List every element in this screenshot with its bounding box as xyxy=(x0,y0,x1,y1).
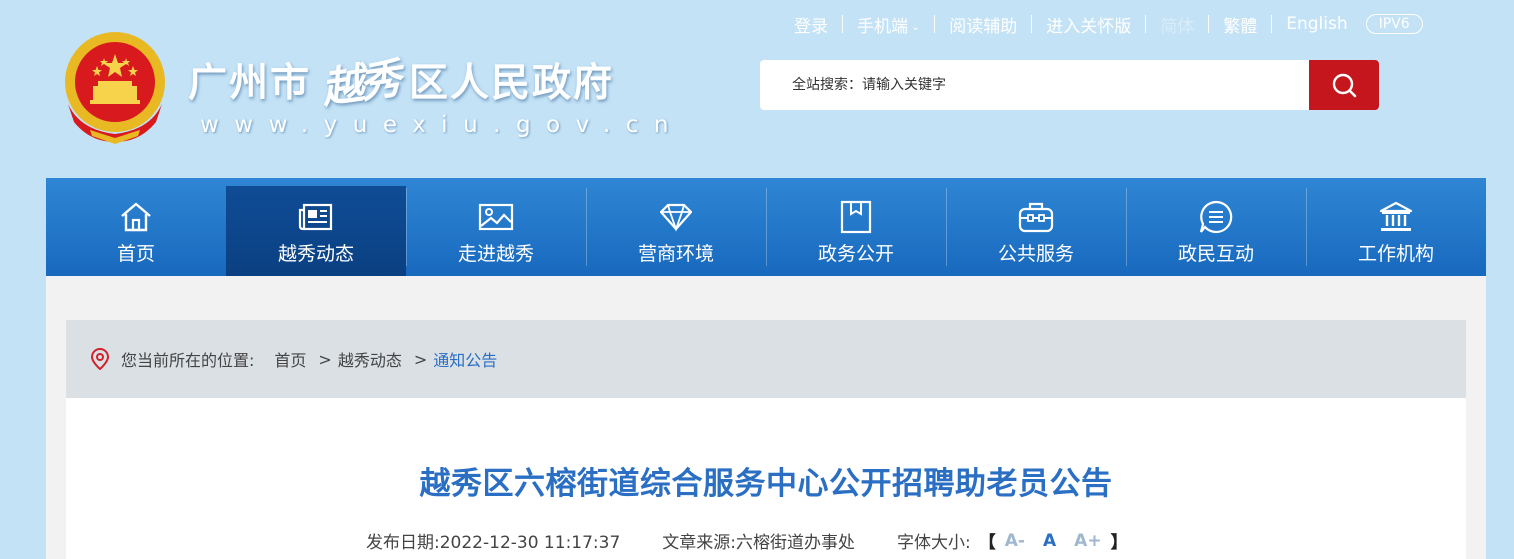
article-source-value: 六榕街道办事处 xyxy=(736,533,856,553)
font-small-button[interactable]: A- xyxy=(1005,531,1025,551)
site-title-calligraphy: 越秀 xyxy=(318,53,401,113)
top-links-bar: 登录 手机端 ⌄ 阅读辅助 进入关怀版 简体 繁體 English IPV6 xyxy=(780,10,1423,38)
ipv6-badge[interactable]: IPV6 xyxy=(1365,14,1423,34)
nav-item-business[interactable]: 营商环境 xyxy=(586,178,766,276)
site-title-prefix: 广州市 xyxy=(188,61,312,106)
site-title-suffix: 区人民政府 xyxy=(409,61,615,106)
reading-aid-link[interactable]: 阅读辅助 xyxy=(935,12,1031,37)
site-title: 广州市 越秀 区人民政府 xyxy=(188,50,615,112)
picture-icon xyxy=(478,200,514,234)
mobile-link[interactable]: 手机端 ⌄ xyxy=(843,12,934,37)
english-link[interactable]: English xyxy=(1272,14,1361,34)
search-input[interactable] xyxy=(760,60,1309,110)
nav-label: 走进越秀 xyxy=(457,243,534,265)
divider xyxy=(1145,15,1147,33)
elder-mode-link[interactable]: 进入关怀版 xyxy=(1032,12,1145,37)
location-pin-icon xyxy=(91,348,109,370)
font-large-button[interactable]: A+ xyxy=(1074,531,1101,551)
folder-icon xyxy=(838,200,874,234)
simplified-chinese-link[interactable]: 简体 xyxy=(1146,12,1208,37)
diamond-icon xyxy=(658,200,694,234)
nav-label: 公共服务 xyxy=(997,243,1074,265)
nav-label: 政民互动 xyxy=(1177,243,1254,265)
chat-icon xyxy=(1198,200,1234,234)
nav-item-home[interactable]: 首页 xyxy=(46,178,226,276)
bracket-open: 【 xyxy=(978,533,996,553)
article-title: 越秀区六榕街道综合服务中心公开招聘助老员公告 xyxy=(419,466,1113,502)
nav-item-agencies[interactable]: 工作机构 xyxy=(1306,178,1486,276)
publish-date: 发布日期:2022-12-30 11:17:37 xyxy=(366,528,620,553)
breadcrumb-label: 您当前所在的位置: xyxy=(121,351,255,370)
publish-date-value: 2022-12-30 11:17:37 xyxy=(439,533,621,553)
nav-item-interaction[interactable]: 政民互动 xyxy=(1126,178,1306,276)
nav-label: 首页 xyxy=(116,243,155,265)
search-button[interactable] xyxy=(1309,60,1379,110)
divider xyxy=(1271,15,1273,33)
main-nav: 首页 越秀动态 走进越秀 营商环境 政务公开 公共服务 政民互动 工作机构 xyxy=(46,178,1486,292)
national-emblem-logo xyxy=(60,30,170,146)
breadcrumb-current[interactable]: 通知公告 xyxy=(433,347,497,371)
font-size-label: 字体大小: xyxy=(897,533,971,553)
divider xyxy=(842,15,843,33)
mobile-link-label: 手机端 xyxy=(857,16,908,37)
bracket-close: 】 xyxy=(1110,533,1128,553)
font-medium-button[interactable]: A xyxy=(1043,531,1056,551)
article: 越秀区六榕街道综合服务中心公开招聘助老员公告 发布日期:2022-12-30 1… xyxy=(66,398,1466,559)
nav-label: 营商环境 xyxy=(637,243,714,265)
nav-item-public-service[interactable]: 公共服务 xyxy=(946,178,1126,276)
divider xyxy=(934,15,936,33)
briefcase-icon xyxy=(1018,200,1054,234)
login-link[interactable]: 登录 xyxy=(780,12,842,37)
nav-item-about[interactable]: 走进越秀 xyxy=(406,178,586,276)
breadcrumb-news[interactable]: 越秀动态 xyxy=(338,347,402,371)
site-url: www.yuexiu.gov.cn xyxy=(200,112,684,138)
divider xyxy=(1031,15,1033,33)
newspaper-icon xyxy=(298,200,334,234)
traditional-chinese-link[interactable]: 繁體 xyxy=(1209,12,1271,37)
breadcrumb: 您当前所在的位置: 首页 > 越秀动态 > 通知公告 xyxy=(66,320,1466,398)
breadcrumb-separator: > xyxy=(318,349,332,369)
breadcrumb-home[interactable]: 首页 xyxy=(274,347,306,371)
article-meta: 发布日期:2022-12-30 11:17:37 文章来源:六榕街道办事处 字体… xyxy=(366,528,1128,554)
nav-item-gov-info[interactable]: 政务公开 xyxy=(766,178,946,276)
breadcrumb-separator: > xyxy=(413,349,428,369)
institution-icon xyxy=(1378,200,1414,234)
search-icon xyxy=(1332,73,1357,98)
home-icon xyxy=(118,200,154,234)
article-source: 文章来源:六榕街道办事处 xyxy=(662,528,855,553)
nav-label: 工作机构 xyxy=(1357,243,1434,265)
divider xyxy=(1208,15,1210,33)
site-search xyxy=(760,60,1379,110)
article-source-label: 文章来源: xyxy=(662,533,737,553)
nav-label: 越秀动态 xyxy=(277,243,354,265)
nav-label: 政务公开 xyxy=(817,243,894,265)
chevron-down-icon: ⌄ xyxy=(911,19,921,33)
publish-date-label: 发布日期: xyxy=(366,533,440,553)
